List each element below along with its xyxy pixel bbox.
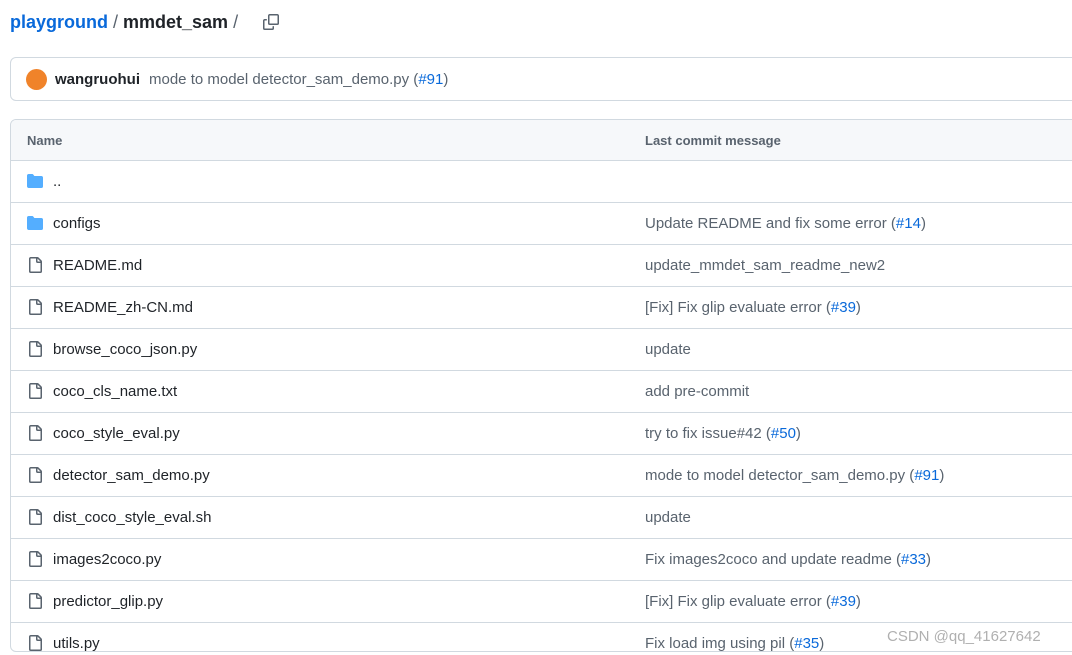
pr-link[interactable]: #39 [831,593,856,610]
column-header-message: Last commit message [645,132,781,148]
breadcrumb-repo-link[interactable]: playground [10,12,108,33]
folder-icon [27,173,43,189]
commit-message-link[interactable]: update_mmdet_sam_readme_new2 [645,257,885,274]
latest-commit-bar: wangruohui mode to model detector_sam_de… [10,57,1072,101]
file-icon [27,341,43,357]
file-name-link[interactable]: utils.py [53,635,100,651]
file-name-link[interactable]: configs [53,215,101,232]
column-header-name: Name [27,132,63,148]
table-row[interactable]: configs Update README and fix some error … [11,203,1072,245]
table-row[interactable]: detector_sam_demo.py mode to model detect… [11,455,1072,497]
folder-icon [27,215,43,231]
commit-message[interactable]: mode to model detector_sam_demo.py (#91) [149,71,448,88]
file-icon [27,467,43,483]
file-name-link[interactable]: images2coco.py [53,551,161,568]
pr-link[interactable]: #91 [914,467,939,484]
breadcrumb: playground / mmdet_sam / [10,11,283,33]
commit-author[interactable]: wangruohui [55,71,140,88]
commit-message-link[interactable]: add pre-commit [645,383,749,400]
file-name-link[interactable]: .. [53,173,61,190]
pr-link[interactable]: #39 [831,299,856,316]
commit-message-link[interactable]: [Fix] Fix glip evaluate error (#39) [645,593,861,610]
avatar[interactable] [26,68,47,90]
pr-link[interactable]: #50 [771,425,796,442]
file-icon [27,509,43,525]
table-row[interactable]: README_zh-CN.md [Fix] Fix glip evaluate e… [11,287,1072,329]
file-name-link[interactable]: detector_sam_demo.py [53,467,210,484]
file-icon [27,299,43,315]
file-name-link[interactable]: README.md [53,257,142,274]
table-row[interactable]: dist_coco_style_eval.sh update [11,497,1072,539]
file-icon [27,635,43,651]
commit-message-link[interactable]: Fix load img using pil (#35) [645,635,824,651]
watermark: CSDN @qq_41627642 [887,628,1041,645]
file-icon [27,593,43,609]
table-header: Name Last commit message [11,120,1072,161]
breadcrumb-current-folder: mmdet_sam [123,11,229,32]
table-row[interactable]: coco_style_eval.py try to fix issue#42 (#… [11,413,1072,455]
file-table: Name Last commit message .. configs Update… [10,119,1072,652]
pr-link[interactable]: #33 [901,551,926,568]
file-icon [27,383,43,399]
file-name-link[interactable]: README_zh-CN.md [53,299,193,316]
file-name-link[interactable]: coco_cls_name.txt [53,383,177,400]
file-name-link[interactable]: predictor_glip.py [53,593,163,610]
commit-message-link[interactable]: Update README and fix some error (#14) [645,215,926,232]
table-row[interactable]: predictor_glip.py [Fix] Fix glip evaluate… [11,581,1072,623]
commit-message-link[interactable]: update [645,509,691,526]
commit-message-link[interactable]: mode to model detector_sam_demo.py (#91) [645,467,944,484]
file-icon [27,551,43,567]
file-icon [27,425,43,441]
commit-message-link[interactable]: update [645,341,691,358]
table-row[interactable]: coco_cls_name.txt add pre-commit [11,371,1072,413]
commit-pr-link[interactable]: #91 [418,71,443,88]
table-row[interactable]: .. [11,161,1072,203]
table-row[interactable]: browse_coco_json.py update [11,329,1072,371]
breadcrumb-separator: / [233,11,239,32]
copy-icon [263,14,280,30]
file-icon [27,257,43,273]
commit-message-link[interactable]: [Fix] Fix glip evaluate error (#39) [645,299,861,316]
table-row[interactable]: README.md update_mmdet_sam_readme_new2 [11,245,1072,287]
copy-path-button[interactable] [259,10,283,34]
breadcrumb-separator: / [113,11,119,32]
commit-message-link[interactable]: Fix images2coco and update readme (#33) [645,551,931,568]
table-row[interactable]: images2coco.py Fix images2coco and update… [11,539,1072,581]
file-name-link[interactable]: browse_coco_json.py [53,341,197,358]
file-name-link[interactable]: coco_style_eval.py [53,425,180,442]
pr-link[interactable]: #14 [896,215,921,232]
file-name-link[interactable]: dist_coco_style_eval.sh [53,509,211,526]
commit-message-link[interactable]: try to fix issue#42 (#50) [645,425,801,442]
pr-link[interactable]: #35 [794,635,819,651]
